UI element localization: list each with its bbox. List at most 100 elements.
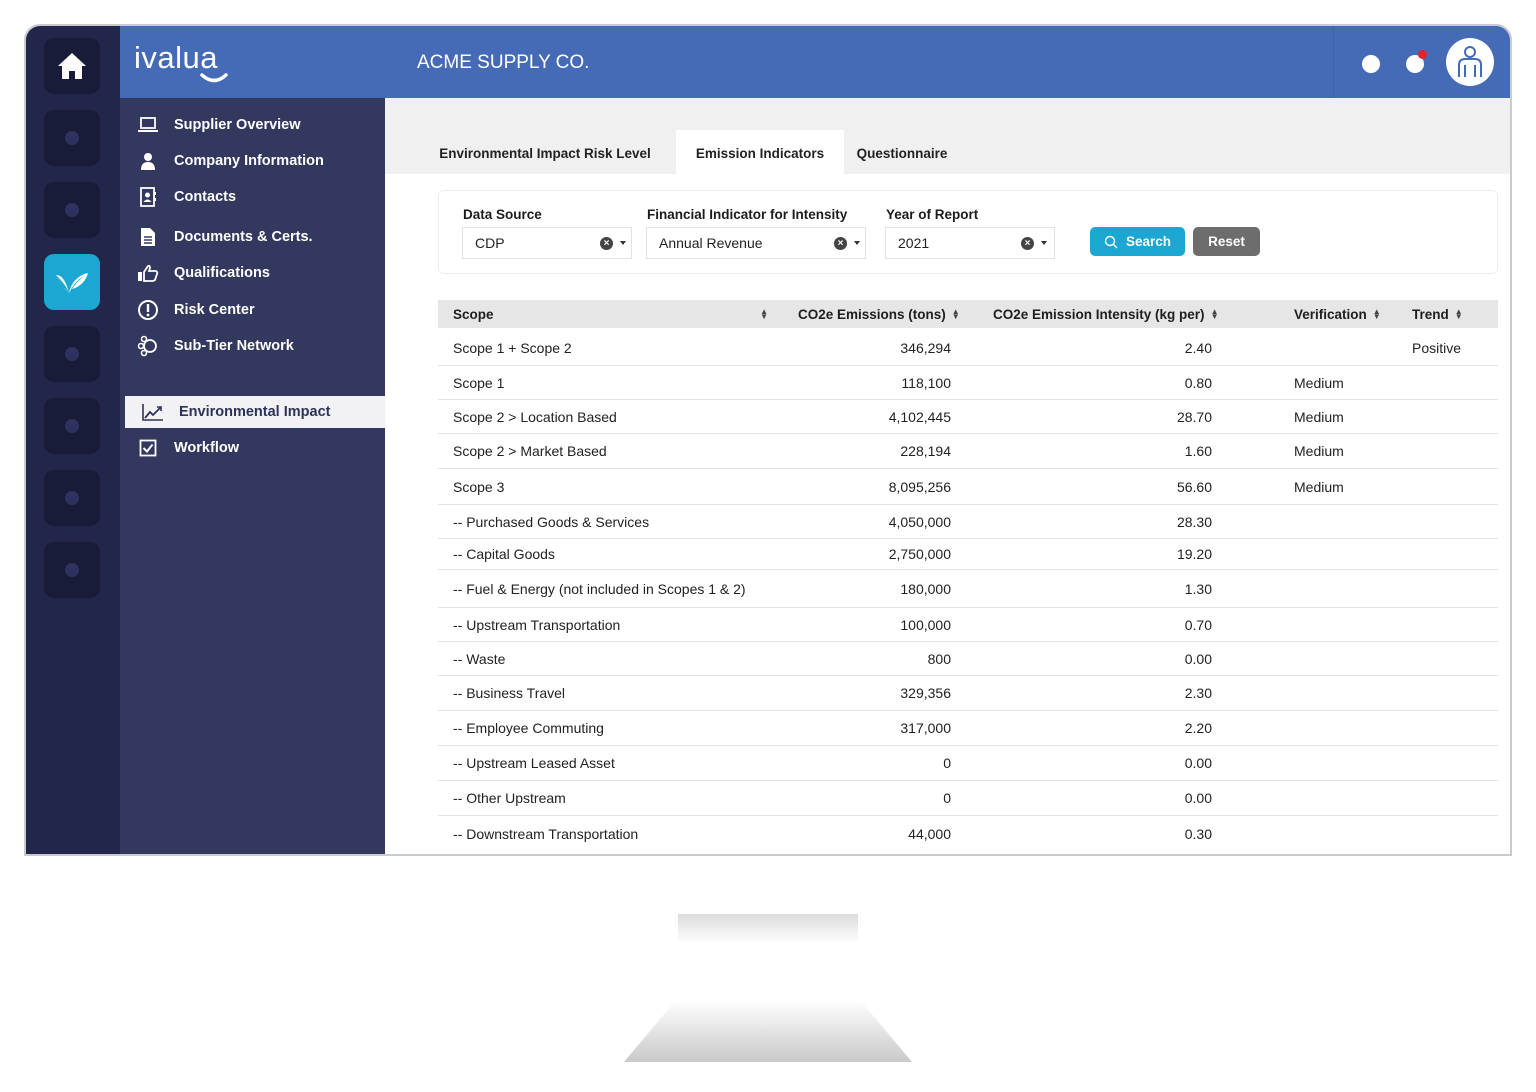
chevron-down-icon[interactable] xyxy=(854,241,860,245)
search-icon xyxy=(1104,235,1118,248)
sidebar-item-documents[interactable]: Documents & Certs. xyxy=(120,221,385,253)
sidebar-item-environmental-impact[interactable]: Environmental Impact xyxy=(125,396,387,428)
user-avatar[interactable] xyxy=(1446,38,1494,86)
table-row[interactable]: Scope 3 8,095,256 56.60 Medium xyxy=(438,469,1498,505)
topbar-divider xyxy=(1333,26,1334,98)
sidebar-item-workflow[interactable]: Workflow xyxy=(120,432,385,464)
reset-button[interactable]: Reset xyxy=(1193,227,1260,256)
sort-icon[interactable]: ▲ ▼ xyxy=(1211,308,1219,321)
table-row[interactable]: -- Downstream Transportation 44,000 0.30 xyxy=(438,816,1498,851)
rail-nav-button[interactable] xyxy=(44,110,100,166)
table-row[interactable]: -- Upstream Transportation 100,000 0.70 xyxy=(438,608,1498,642)
sort-icon[interactable]: ▲ ▼ xyxy=(760,308,768,321)
table-row[interactable]: -- Waste 800 0.00 xyxy=(438,642,1498,676)
table-row[interactable]: -- Business Travel 329,356 2.30 xyxy=(438,676,1498,711)
sidebar-item-label: Environmental Impact xyxy=(179,404,331,420)
tab-questionnaire[interactable]: Questionnaire xyxy=(847,130,957,176)
cell-emissions: 228,194 xyxy=(900,443,951,459)
checkbox-icon xyxy=(136,438,160,458)
data-source-select[interactable]: CDP × xyxy=(462,227,632,259)
column-header-emissions[interactable]: CO2e Emissions (tons) ▲ ▼ xyxy=(798,300,960,328)
table-row[interactable]: -- Purchased Goods & Services 4,050,000 28… xyxy=(438,505,1498,539)
sort-icon[interactable]: ▲ ▼ xyxy=(1455,308,1463,321)
cell-scope: -- Waste xyxy=(453,650,506,667)
table-header: Scope ▲ ▼ CO2e Emissions (tons) ▲ ▼ CO2e E… xyxy=(438,300,1498,328)
rail-nav-button[interactable] xyxy=(44,326,100,382)
notification-dot-icon[interactable] xyxy=(1362,55,1380,73)
chevron-down-icon[interactable] xyxy=(1041,241,1047,245)
cell-intensity: 2.20 xyxy=(1184,720,1212,736)
rail-nav-button[interactable] xyxy=(44,182,100,238)
nav-icon xyxy=(65,131,79,145)
home-button[interactable] xyxy=(44,38,100,94)
sort-icon[interactable]: ▲ ▼ xyxy=(1373,308,1381,321)
sidebar-item-sub-tier-network[interactable]: Sub-Tier Network xyxy=(120,330,385,362)
monitor-stand-neck xyxy=(678,914,858,944)
column-header-trend[interactable]: Trend ▲ ▼ xyxy=(1412,300,1463,328)
sort-icon[interactable]: ▲ ▼ xyxy=(952,308,960,321)
sidebar-item-label: Company Information xyxy=(174,153,324,169)
table-row[interactable]: -- Other Upstream 0 0.00 xyxy=(438,781,1498,816)
table-row[interactable]: -- Upstream Leased Asset 0 0.00 xyxy=(438,746,1498,781)
column-header-intensity[interactable]: CO2e Emission Intensity (kg per) ▲ ▼ xyxy=(993,300,1218,328)
data-source-label: Data Source xyxy=(463,207,542,222)
sidebar-item-supplier-overview[interactable]: Supplier Overview xyxy=(120,109,385,141)
clear-icon[interactable]: × xyxy=(600,236,613,250)
table-row[interactable]: -- Fuel & Energy (not included in Scopes… xyxy=(438,570,1498,608)
document-icon xyxy=(136,227,160,247)
column-label: CO2e Emissions (tons) xyxy=(798,306,946,322)
clear-icon[interactable]: × xyxy=(1021,236,1034,250)
cell-scope: -- Capital Goods xyxy=(453,546,555,562)
table-row[interactable]: Scope 2 > Market Based 228,194 1.60 Medium xyxy=(438,434,1498,469)
financial-indicator-select[interactable]: Annual Revenue × xyxy=(646,227,866,259)
table-row[interactable]: Scope 1 118,100 0.80 Medium xyxy=(438,366,1498,400)
cell-intensity: 1.60 xyxy=(1184,443,1212,459)
clear-icon[interactable]: × xyxy=(834,236,847,250)
cell-intensity: 28.70 xyxy=(1176,408,1212,425)
search-button-label: Search xyxy=(1125,234,1172,249)
rail-nav-button[interactable] xyxy=(44,542,100,598)
year-of-report-select[interactable]: 2021 × xyxy=(885,227,1055,259)
cell-scope: -- Employee Commuting xyxy=(453,720,604,736)
sidebar-item-company-information[interactable]: Company Information xyxy=(120,145,385,177)
chevron-down-icon[interactable] xyxy=(620,241,626,245)
sidebar-item-label: Supplier Overview xyxy=(174,117,301,133)
search-button[interactable]: Search xyxy=(1090,227,1185,256)
table-row[interactable]: -- Employee Commuting 317,000 2.20 xyxy=(438,711,1498,746)
cell-intensity: 0.00 xyxy=(1184,650,1212,667)
cell-emissions: 44,000 xyxy=(908,825,951,842)
column-header-verification[interactable]: Verification ▲ ▼ xyxy=(1294,300,1381,328)
sidebar-item-risk-center[interactable]: Risk Center xyxy=(120,294,385,326)
cell-scope: Scope 1 xyxy=(453,374,505,391)
cell-verification: Medium xyxy=(1294,443,1344,459)
cell-emissions: 0 xyxy=(943,755,951,771)
rail-sustainability-button[interactable] xyxy=(44,254,100,310)
table-row[interactable]: Scope 2 > Location Based 4,102,445 28.70 Me… xyxy=(438,400,1498,434)
cell-scope: -- Upstream Transportation xyxy=(453,616,621,633)
column-header-scope[interactable]: Scope ▲ ▼ xyxy=(453,300,768,328)
laptop-icon xyxy=(136,115,160,135)
tab-emission-indicators[interactable]: Emission Indicators xyxy=(676,130,844,176)
sidebar-item-contacts[interactable]: Contacts xyxy=(120,181,385,213)
cell-intensity: 0.70 xyxy=(1184,616,1212,633)
financial-indicator-value: Annual Revenue xyxy=(659,235,763,251)
leaf-check-icon xyxy=(56,273,88,293)
nav-icon xyxy=(65,491,79,505)
sidebar-item-label: Qualifications xyxy=(174,265,270,281)
rail-nav-button[interactable] xyxy=(44,470,100,526)
sidebar-item-label: Documents & Certs. xyxy=(174,229,313,245)
cell-intensity: 28.30 xyxy=(1176,513,1212,530)
cell-intensity: 56.60 xyxy=(1176,478,1212,495)
tab-environmental-impact-risk-level[interactable]: Environmental Impact Risk Level xyxy=(425,130,665,176)
cell-emissions: 0 xyxy=(943,790,951,806)
cell-scope: Scope 2 > Location Based xyxy=(453,408,617,425)
table-row[interactable]: Scope 1 + Scope 2 346,294 2.40 Positive xyxy=(438,330,1498,366)
table-row[interactable]: -- Capital Goods 2,750,000 19.20 xyxy=(438,539,1498,570)
cell-scope: -- Other Upstream xyxy=(453,790,566,806)
cell-verification: Medium xyxy=(1294,374,1344,391)
rail-nav-button[interactable] xyxy=(44,398,100,454)
sidebar-item-label: Workflow xyxy=(174,440,239,456)
sidebar-item-qualifications[interactable]: Qualifications xyxy=(120,257,385,289)
financial-indicator-label: Financial Indicator for Intensity xyxy=(647,207,848,222)
sidebar-menu: Supplier Overview Company Information Co… xyxy=(120,98,387,854)
